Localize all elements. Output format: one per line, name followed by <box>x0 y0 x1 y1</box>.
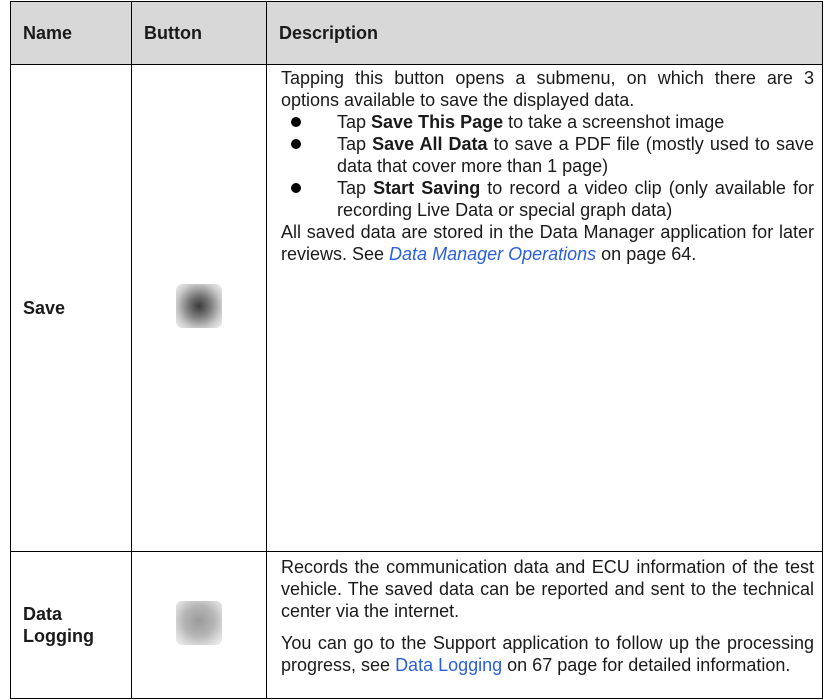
table-row: Data Logging Records the communication d… <box>10 551 823 699</box>
bullet-icon <box>291 117 301 127</box>
header-button: Button <box>131 1 267 65</box>
data-logging-link[interactable]: Data Logging <box>395 655 502 675</box>
data-manager-operations-link[interactable]: Data Manager Operations <box>389 244 596 264</box>
data-logging-icon <box>176 600 222 645</box>
row-button-cell <box>131 64 267 552</box>
row-name-data-logging: Data Logging <box>10 551 132 699</box>
header-description: Description <box>266 1 823 65</box>
list-item: Tap Save All Data to save a PDF file (mo… <box>281 133 814 177</box>
save-icon <box>176 283 222 328</box>
description-paragraph: Records the communication data and ECU i… <box>281 557 814 621</box>
list-item: Tap Start Saving to record a video clip … <box>281 177 814 221</box>
table-header-row: Name Button Description <box>10 1 823 65</box>
bullet-icon <box>291 139 301 149</box>
row-button-cell <box>131 551 267 699</box>
description-paragraph: You can go to the Support application to… <box>281 633 814 675</box>
row-description: Records the communication data and ECU i… <box>266 551 823 699</box>
options-list: Tap Save This Page to take a screenshot … <box>281 111 814 221</box>
button-description-table: Name Button Description Save Tapping thi… <box>10 1 823 699</box>
table-row: Save Tapping this button opens a submenu… <box>10 64 823 552</box>
bullet-icon <box>291 183 301 193</box>
description-intro: Tapping this button opens a submenu, on … <box>281 68 814 110</box>
row-name-save: Save <box>10 64 132 552</box>
description-outro: All saved data are stored in the Data Ma… <box>281 222 814 264</box>
row-description: Tapping this button opens a submenu, on … <box>266 64 823 552</box>
header-name: Name <box>10 1 132 65</box>
list-item: Tap Save This Page to take a screenshot … <box>281 111 814 133</box>
